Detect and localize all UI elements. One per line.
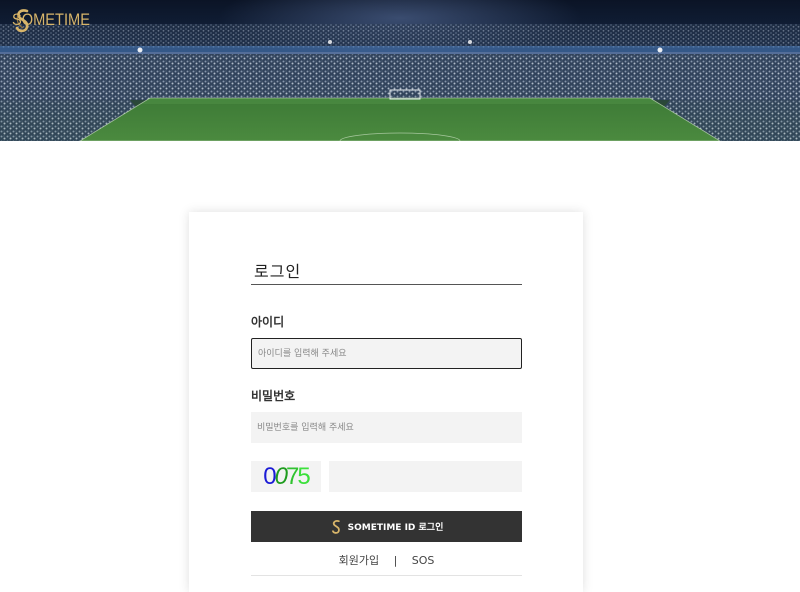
sometime-login-button[interactable]: SOMETIME ID 로그인 [251,511,522,542]
login-title-row: 로그인 [251,258,522,285]
id-input[interactable] [251,338,522,369]
hero-stadium-banner: SOMETIME [0,0,800,141]
stadium-illustration [0,24,800,141]
captcha-image: 0 0 7 5 [251,461,321,492]
captcha-digit-2: 0 [274,462,288,490]
brand-logo[interactable]: SOMETIME [12,6,103,34]
auth-links: 회원가입 | SOS [251,552,522,568]
captcha-input[interactable] [329,461,522,492]
password-input[interactable] [251,412,522,443]
login-button-label: SOMETIME ID 로그인 [347,523,444,533]
signup-link[interactable]: 회원가입 [339,554,379,567]
card-divider [251,575,522,576]
links-separator: | [393,554,398,567]
captcha-digit-4: 5 [297,462,310,490]
captcha-digit-1: 0 [263,462,276,490]
id-label: 아이디 [251,315,285,329]
brand-name: SOMETIME [12,10,90,29]
sos-link[interactable]: SOS [412,554,435,567]
login-card: 로그인 아이디 비밀번호 0 0 7 5 SOMETIME ID 로그인 회원가… [189,212,583,592]
password-label: 비밀번호 [251,389,296,403]
login-title: 로그인 [254,262,302,281]
captcha-digit-3: 7 [286,462,299,490]
sometime-logo-icon [331,520,340,534]
